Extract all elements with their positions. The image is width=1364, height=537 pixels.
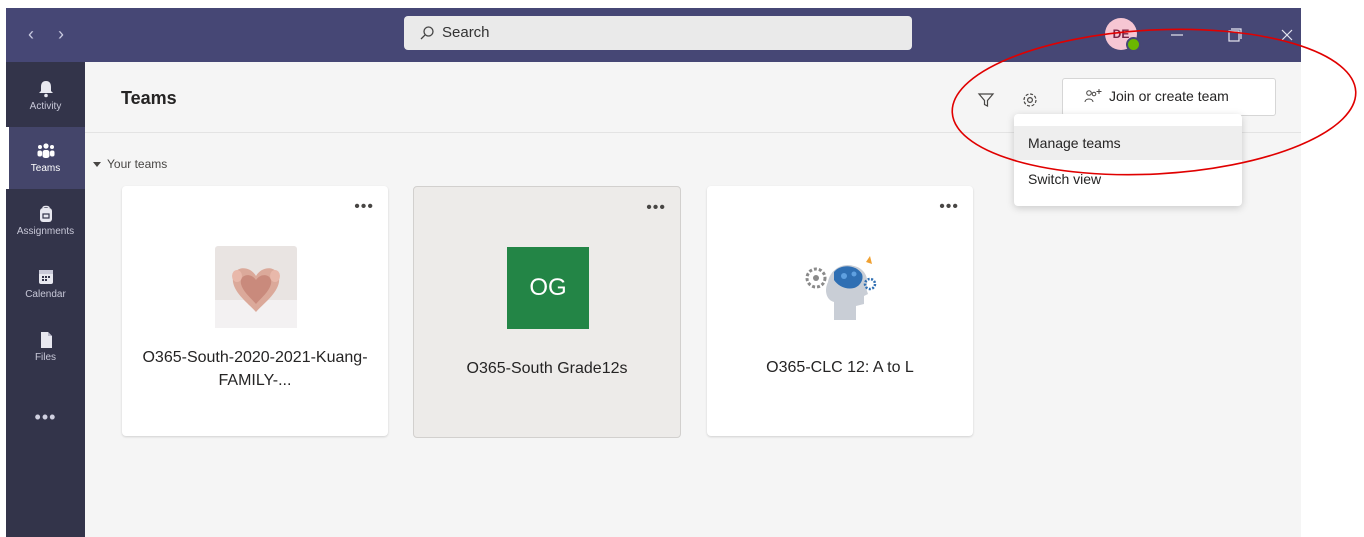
team-name: O365-CLC 12: A to L [766,359,914,376]
forward-arrow-icon[interactable]: › [58,24,64,44]
bell-icon [38,81,53,98]
your-teams-section-toggle[interactable]: Your teams [93,157,167,171]
team-name: O365-South-2020-2021-Kuang-FAMILY-... [142,349,368,389]
search-input[interactable]: Search [404,16,912,50]
rail-item-activity[interactable]: Activity [6,65,85,127]
more-options-icon[interactable]: ••• [354,199,374,215]
calendar-icon [38,270,53,284]
team-image-baby-feet [215,246,297,328]
app-rail: Activity Teams Assignments Calendar File… [6,62,85,537]
add-team-icon [1084,89,1102,103]
file-icon [40,332,52,348]
rail-label: Teams [30,163,61,174]
search-placeholder: Search [442,24,490,41]
avatar[interactable]: DE [1105,18,1141,52]
gear-icon[interactable] [1020,90,1040,110]
menu-item-switch-view[interactable]: Switch view [1014,162,1242,196]
teams-app-window: ‹ › Search DE Activity Teams Assignments… [6,8,1301,537]
settings-dropdown-menu: Manage teams Switch view [1014,114,1242,206]
rail-label: Assignments [16,226,75,237]
menu-item-manage-teams[interactable]: Manage teams [1014,126,1242,160]
rail-item-assignments[interactable]: Assignments [6,190,85,252]
back-arrow-icon[interactable]: ‹ [28,24,34,44]
rail-label: Files [34,352,57,363]
team-image-brain-gears [800,246,882,328]
presence-available-icon [1126,37,1141,52]
team-card[interactable]: ••• OG O365-South Grade12s [413,186,681,438]
page-title: Teams [121,88,177,108]
caret-down-icon [93,162,101,167]
join-or-create-team-button[interactable]: Join or create team [1062,78,1276,116]
rail-item-calendar[interactable]: Calendar [6,253,85,315]
team-card[interactable]: ••• O365-CLC 12: A to L [707,186,973,436]
join-button-label: Join or create team [1109,88,1229,104]
team-card[interactable]: ••• O365-South-2020-2021-Kuang-FAMILY-..… [122,186,388,436]
rail-item-files[interactable]: Files [6,316,85,378]
rail-label: Activity [29,101,62,112]
close-icon[interactable] [1274,22,1300,48]
rail-label: Calendar [25,289,66,300]
rail-item-teams[interactable]: Teams [6,127,85,189]
team-name: O365-South Grade12s [466,360,628,377]
teams-icon [37,143,54,158]
team-initials-tile: OG [507,247,589,329]
backpack-icon [39,205,52,222]
restore-icon[interactable] [1222,22,1248,48]
search-icon [420,26,434,40]
title-bar: ‹ › Search DE [6,8,1301,62]
minimize-icon[interactable] [1164,22,1190,48]
filter-icon[interactable] [976,90,996,110]
more-options-icon[interactable]: ••• [939,199,959,215]
section-label: Your teams [107,157,168,171]
more-options-icon[interactable]: ••• [646,200,666,216]
more-apps-icon[interactable]: ••• [6,407,85,428]
